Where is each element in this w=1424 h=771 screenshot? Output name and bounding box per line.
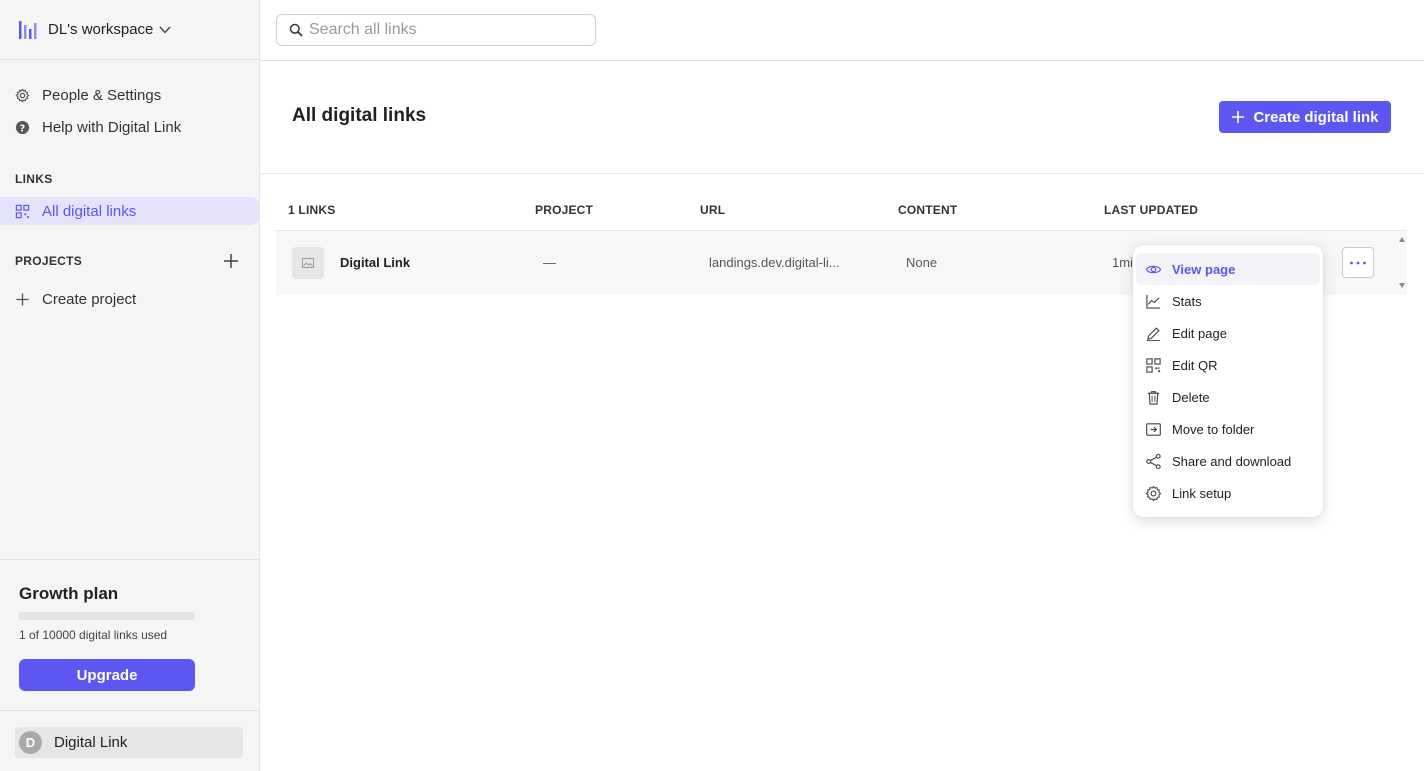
- menu-item-share-download[interactable]: Share and download: [1136, 445, 1320, 477]
- more-options-button[interactable]: [1342, 247, 1374, 278]
- svg-text:?: ?: [20, 123, 25, 134]
- add-project-icon[interactable]: [222, 252, 240, 270]
- scroll-up-arrow[interactable]: [1399, 237, 1405, 242]
- menu-item-move-to-folder[interactable]: Move to folder: [1136, 413, 1320, 445]
- upgrade-button[interactable]: Upgrade: [19, 659, 195, 691]
- workspace-name: DL's workspace: [48, 21, 154, 38]
- pencil-icon: [1146, 326, 1161, 341]
- link-thumbnail: [292, 247, 324, 279]
- move-folder-icon: [1146, 422, 1161, 436]
- menu-item-label: View page: [1172, 261, 1236, 277]
- search-box[interactable]: [276, 14, 596, 46]
- search-input[interactable]: [309, 21, 589, 39]
- menu-item-label: Share and download: [1172, 453, 1292, 469]
- plan-usage-bar: [19, 612, 195, 620]
- menu-item-view-page[interactable]: View page: [1136, 253, 1320, 285]
- search-icon: [289, 23, 303, 37]
- column-header-content: CONTENT: [898, 203, 958, 217]
- chevron-down-icon: [159, 26, 171, 34]
- link-name[interactable]: Digital Link: [340, 255, 410, 270]
- plan-usage-text: 1 of 10000 digital links used: [19, 628, 168, 642]
- share-icon: [1146, 453, 1161, 469]
- gear-icon: [15, 88, 30, 102]
- column-header-links: 1 LINKS: [288, 203, 336, 217]
- link-actions-menu: View page Stats Edit page Edit QR Delete…: [1133, 245, 1323, 517]
- plus-icon: [16, 292, 29, 306]
- page-title: All digital links: [292, 105, 427, 126]
- menu-item-stats[interactable]: Stats: [1136, 285, 1320, 317]
- menu-item-link-setup[interactable]: Link setup: [1136, 477, 1320, 509]
- sidebar-item-help[interactable]: ? Help with Digital Link: [0, 113, 259, 141]
- create-digital-link-button[interactable]: Create digital link: [1219, 101, 1391, 133]
- menu-item-label: Move to folder: [1172, 421, 1255, 437]
- menu-item-label: Edit page: [1172, 325, 1227, 341]
- chart-icon: [1146, 294, 1161, 309]
- menu-item-edit-page[interactable]: Edit page: [1136, 317, 1320, 349]
- projects-section-label: PROJECTS: [15, 254, 83, 268]
- menu-item-label: Edit QR: [1172, 357, 1218, 373]
- header-divider: [260, 173, 1424, 174]
- sidebar-item-label: All digital links: [42, 202, 137, 220]
- top-bar: [260, 0, 1424, 61]
- menu-item-label: Stats: [1172, 293, 1202, 309]
- menu-item-label: Link setup: [1172, 485, 1232, 501]
- sidebar-item-people-settings[interactable]: People & Settings: [0, 81, 259, 109]
- link-url[interactable]: landings.dev.digital-li...: [709, 255, 840, 270]
- column-header-url: URL: [700, 203, 726, 217]
- plan-title: Growth plan: [19, 584, 119, 603]
- create-project-button[interactable]: Create project: [0, 285, 259, 313]
- gear-icon: [1145, 485, 1162, 501]
- sidebar: DL's workspace People & Settings ? Help …: [0, 0, 260, 771]
- trash-icon: [1147, 390, 1160, 405]
- sidebar-item-all-links[interactable]: All digital links: [0, 197, 259, 225]
- logo-icon: [19, 20, 37, 39]
- link-content: None: [906, 255, 938, 270]
- menu-item-label: Delete: [1172, 389, 1210, 405]
- qr-icon: [15, 204, 30, 218]
- link-last-updated: 1mi: [1112, 255, 1133, 270]
- create-digital-link-label: Create digital link: [1253, 108, 1379, 126]
- user-name: Digital Link: [54, 734, 128, 751]
- menu-item-delete[interactable]: Delete: [1136, 381, 1320, 413]
- plus-icon: [1232, 111, 1245, 123]
- links-section-label: LINKS: [15, 172, 53, 186]
- qr-icon: [1146, 357, 1161, 373]
- create-project-label: Create project: [42, 290, 137, 308]
- link-project: —: [543, 255, 556, 270]
- eye-icon: [1145, 265, 1162, 273]
- scroll-down-arrow[interactable]: [1399, 283, 1405, 288]
- workspace-switcher[interactable]: DL's workspace: [0, 0, 259, 60]
- sidebar-item-label: Help with Digital Link: [42, 118, 182, 136]
- sidebar-item-label: People & Settings: [42, 86, 162, 104]
- help-icon: ?: [15, 120, 30, 134]
- image-icon: [302, 258, 314, 268]
- menu-item-edit-qr[interactable]: Edit QR: [1136, 349, 1320, 381]
- plan-panel: Growth plan 1 of 10000 digital links use…: [0, 559, 259, 711]
- avatar: D: [19, 731, 42, 754]
- more-horizontal-icon: [1350, 261, 1366, 264]
- column-header-project: PROJECT: [535, 203, 594, 217]
- column-header-last-updated: LAST UPDATED: [1104, 203, 1199, 217]
- user-menu[interactable]: D Digital Link: [15, 727, 243, 758]
